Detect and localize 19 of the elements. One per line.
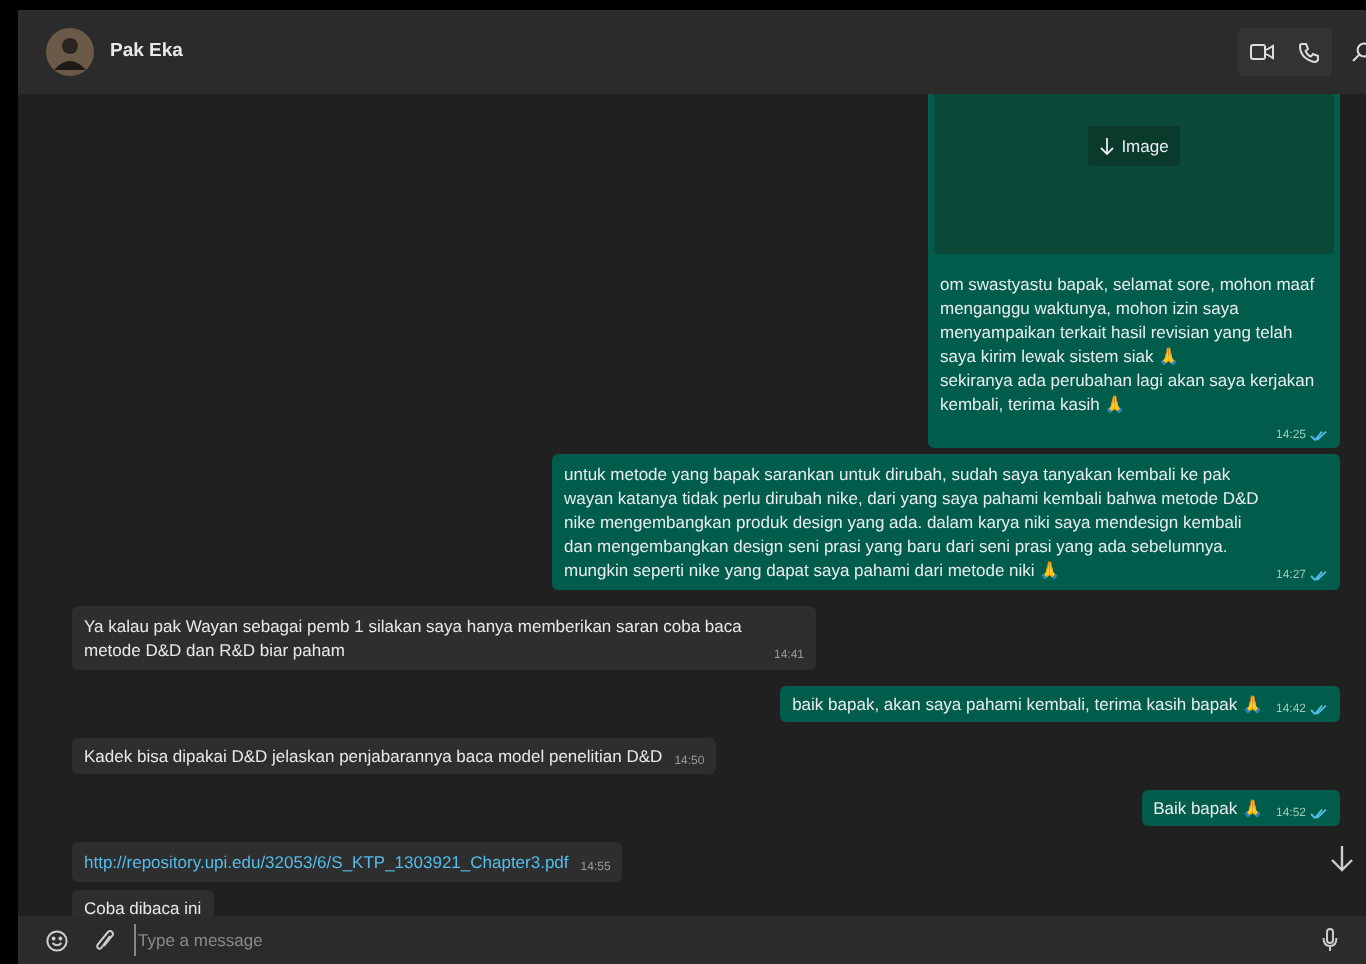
scroll-down-icon[interactable] bbox=[1330, 846, 1354, 872]
download-icon bbox=[1099, 137, 1114, 155]
download-image-button[interactable]: Image bbox=[1087, 126, 1181, 166]
paperclip-icon[interactable] bbox=[96, 929, 114, 951]
video-call-icon[interactable] bbox=[1250, 42, 1274, 62]
microphone-icon[interactable] bbox=[1322, 928, 1338, 952]
phone-icon[interactable] bbox=[1298, 41, 1320, 63]
message-text: Kadek bisa dipakai D&D jelaskan penjabarannya baca model penelitian D&D bbox=[84, 744, 663, 768]
message-text: om swastyastu bapak, selamat sore, mohon maaf menganggu waktunya, mohon izin saya menyampaikan terkait hasil revisian yang telah saya kirim lewak sistem siak 🙏 sekiranya ada perubahan lagi akan saya kerjakan kembali, terima kasih 🙏 bbox=[940, 272, 1317, 416]
message-link[interactable]: http://repository.upi.edu/32053/6/S_KTP_1303921_Chapter3.pdf bbox=[84, 850, 569, 874]
search-icon[interactable] bbox=[1352, 42, 1366, 62]
message-text: Ya kalau pak Wayan sebagai pemb 1 silakan saya hanya memberikan saran coba baca metode D&D dan R&D biar paham bbox=[84, 614, 744, 662]
avatar[interactable] bbox=[46, 28, 94, 76]
contact-name: Pak Eka bbox=[110, 37, 183, 66]
emoji-icon[interactable] bbox=[46, 929, 68, 951]
message-text: Coba dibaca ini bbox=[84, 896, 202, 916]
message-text: Baik bapak 🙏 bbox=[1153, 796, 1264, 820]
message-text: untuk metode yang bapak sarankan untuk dirubah, sudah saya tanyakan kembali ke pak wayan katanya tidak perlu dirubah nike, dari yang saya pahami kembali bahwa metode D&D nike mengembangkan produk design yang ada. dalam karya niki saya mendesign kembali dan mengembangkan design seni prasi yang baru dari seni prasi yang ada sebelumnya. mungkin seperti nike yang dapat saya pahami dari metode niki 🙏 bbox=[564, 462, 1261, 582]
message-text: baik bapak, akan saya pahami kembali, terima kasih bapak 🙏 bbox=[792, 692, 1264, 716]
